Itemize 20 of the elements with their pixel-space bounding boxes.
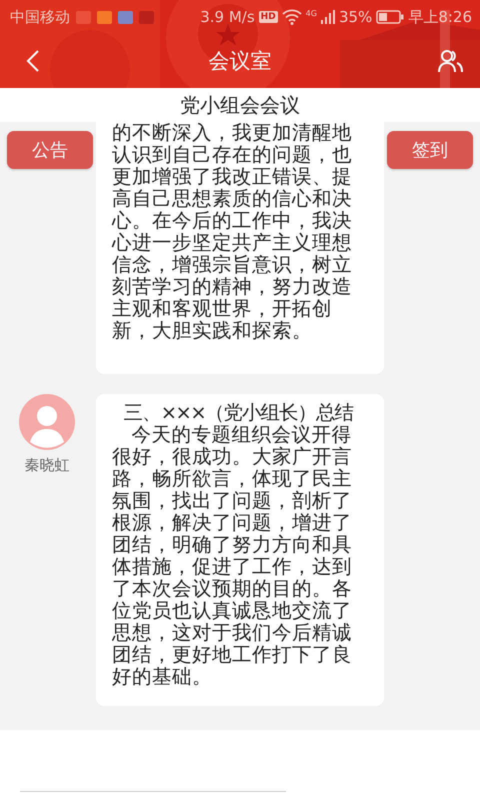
announcement-button[interactable]: 公告 (7, 131, 93, 169)
battery-percent: 35% (338, 8, 372, 26)
network-type: 4G (306, 9, 317, 18)
app-notification-icon (118, 10, 133, 24)
meeting-title: 党小组会会议 (180, 92, 300, 118)
carrier-name: 中国移动 (10, 8, 70, 26)
message-text: 今天的专题组织会议开得很好，很成功。大家广开言路，畅所欲言，体现了民主氛围，找出了问题，剖析了根源，解决了问题，增进了团结，明确了努力方向和具体措施，促进了工作，达到了本次会议预期的目的。各位党员也认真诚恳地交流了思想，这对于我们今后精诚团结，更好地工作打下了良好的基础。 (112, 424, 352, 688)
message-text: 的不断深入，我更加清醒地认识到自己存在的问题，也更加增强了我改正错误、提高自己思想素质的信心和决心。在今后的工作中，我决心进一步坚定共产主义理想信念，增强宗旨意识，树立刻苦学习的精神，努力改造主观和客观世界，开拓创新，大胆实践和探索。 (112, 122, 352, 342)
avatar-icon (19, 394, 75, 450)
wifi-icon (282, 9, 302, 25)
message-text: 三、×××（党小组长）总结 (122, 402, 352, 424)
signal-icon (320, 10, 335, 24)
sender-name: 秦晓虹 (24, 456, 70, 475)
window-title: 会议室 (208, 48, 272, 75)
app-notification-icon (76, 10, 91, 24)
sign-in-button[interactable]: 签到 (387, 131, 473, 169)
hd-badge: HD (258, 11, 278, 23)
clock: 早上8:26 (408, 8, 472, 26)
battery-icon (376, 10, 404, 24)
network-speed: 3.9 M/s (200, 8, 255, 26)
